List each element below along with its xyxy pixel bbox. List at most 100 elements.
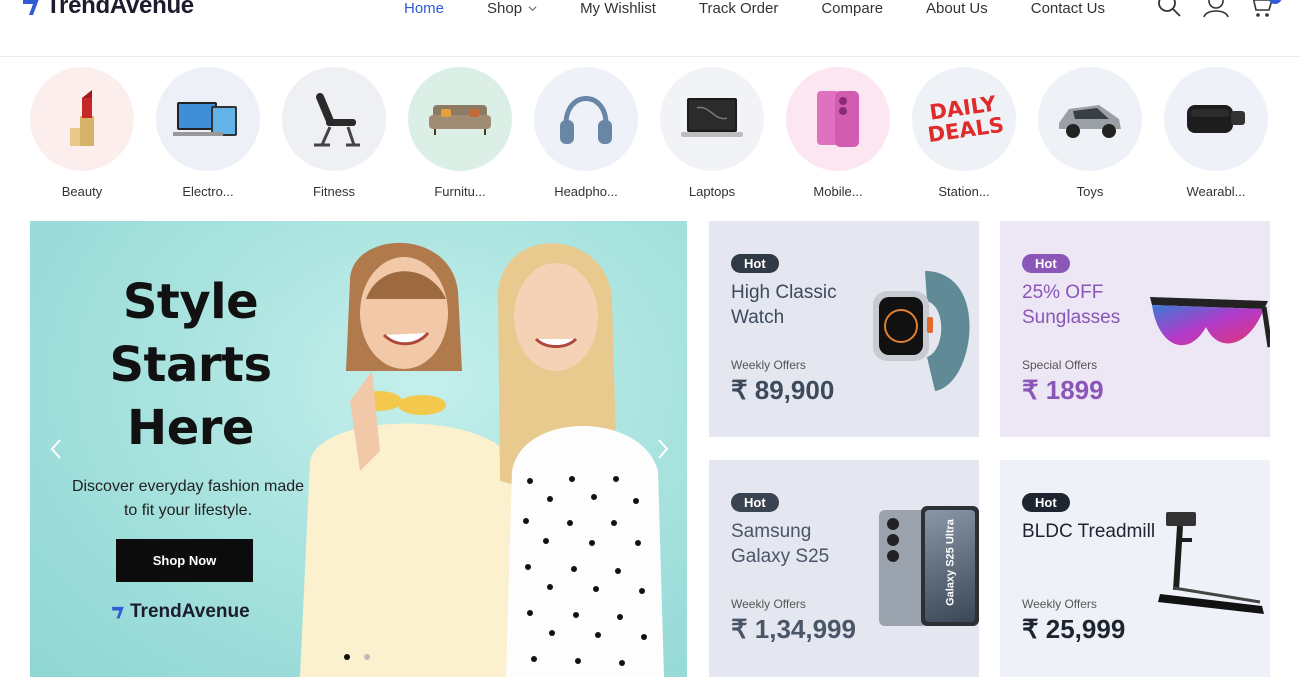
nav-home[interactable]: Home bbox=[404, 0, 444, 17]
promo-kicker: Weekly Offers bbox=[731, 597, 806, 611]
main-nav: Home Shop My Wishlist Track Order Compar… bbox=[404, 0, 1105, 18]
promo-title: 25% OFF Sunglasses bbox=[1022, 282, 1121, 328]
devices-icon bbox=[173, 102, 237, 136]
laptop-icon bbox=[681, 98, 743, 137]
smartphone-icon: Galaxy S25 Ultra bbox=[879, 506, 979, 630]
category-fitness[interactable]: Fitness bbox=[282, 67, 386, 199]
shop-now-button[interactable]: Shop Now bbox=[116, 539, 253, 582]
slider-dot[interactable] bbox=[364, 654, 370, 660]
promo-kicker: Weekly Offers bbox=[731, 358, 806, 372]
headphones-icon bbox=[560, 96, 612, 144]
category-stationery[interactable]: DAILY DEALS Station... bbox=[912, 67, 1016, 199]
slider-dots bbox=[344, 654, 370, 660]
cart-button[interactable] bbox=[1248, 0, 1282, 18]
category-label: Headpho... bbox=[554, 184, 618, 199]
phone-back bbox=[879, 510, 927, 626]
lipstick-icon bbox=[70, 90, 94, 146]
category-label: Wearabl... bbox=[1186, 184, 1246, 199]
hero-brand-name: TrendAvenue bbox=[130, 601, 250, 622]
sofa-icon bbox=[429, 105, 491, 135]
watch-icon bbox=[873, 271, 970, 391]
daily-deals-icon: DAILY DEALS bbox=[923, 92, 1005, 148]
phone-icon bbox=[817, 91, 859, 147]
category-wearables[interactable]: Wearabl... bbox=[1164, 67, 1268, 199]
logo-mark-icon bbox=[23, 0, 39, 15]
sunglasses-icon bbox=[1150, 297, 1270, 348]
toy-car-icon bbox=[1059, 105, 1121, 138]
promo-price: ₹ 1899 bbox=[1022, 375, 1104, 405]
treadmill-icon bbox=[1158, 512, 1264, 614]
hero-title-line: Here bbox=[127, 400, 254, 456]
category-circle bbox=[786, 67, 890, 171]
nav-about[interactable]: About Us bbox=[926, 0, 988, 17]
header-actions bbox=[1156, 0, 1282, 18]
promo-card-samsung[interactable]: Hot Samsung Galaxy S25 Weekly Offers ₹ 1… bbox=[709, 460, 979, 677]
nav-wishlist[interactable]: My Wishlist bbox=[580, 0, 656, 17]
site-header: TrendAvenue Home Shop My Wishlist Track … bbox=[0, 0, 1300, 57]
hero-title-line: Starts bbox=[109, 337, 272, 393]
brand-name: TrendAvenue bbox=[46, 0, 194, 19]
promo-kicker: Weekly Offers bbox=[1022, 597, 1097, 611]
promo-price: ₹ 25,999 bbox=[1022, 614, 1126, 644]
promo-title: Samsung Galaxy S25 bbox=[731, 521, 830, 567]
hero-models-image bbox=[300, 242, 664, 677]
chevron-right-icon[interactable] bbox=[655, 438, 671, 460]
nav-compare[interactable]: Compare bbox=[821, 0, 883, 17]
category-label: Beauty bbox=[61, 184, 103, 199]
logo-mark-icon bbox=[112, 606, 124, 619]
category-circle bbox=[156, 67, 260, 171]
category-headphones[interactable]: Headpho... bbox=[534, 67, 638, 199]
category-circle bbox=[30, 67, 134, 171]
nav-contact[interactable]: Contact Us bbox=[1031, 0, 1105, 17]
category-toys[interactable]: Toys bbox=[1038, 67, 1142, 199]
hot-badge: Hot bbox=[731, 254, 779, 273]
category-label: Laptops bbox=[688, 184, 736, 199]
hero-title-line: Style bbox=[122, 274, 259, 330]
hero-banner: Style Starts Here Discover everyday fash… bbox=[30, 221, 687, 677]
category-circle bbox=[660, 67, 764, 171]
promo-price: ₹ 1,34,999 bbox=[731, 614, 856, 644]
category-beauty[interactable]: Beauty bbox=[30, 67, 134, 199]
slider-dot-active[interactable] bbox=[344, 654, 350, 660]
hot-badge: Hot bbox=[1022, 254, 1070, 273]
hot-badge: Hot bbox=[731, 493, 779, 512]
phone-front: Galaxy S25 Ultra bbox=[921, 506, 979, 626]
category-label: Electro... bbox=[182, 184, 234, 199]
promo-card-watch[interactable]: Hot High Classic Watch Weekly Offers ₹ 8… bbox=[709, 221, 979, 437]
category-label: Mobile... bbox=[813, 184, 863, 199]
promo-title: BLDC Treadmill bbox=[1022, 521, 1156, 542]
promo-card-treadmill[interactable]: Hot BLDC Treadmill Weekly Offers ₹ 25,99… bbox=[1000, 460, 1270, 677]
brand-logo[interactable]: TrendAvenue bbox=[20, 0, 194, 22]
hot-badge: Hot bbox=[1022, 493, 1070, 512]
phone-screen-text: Galaxy S25 Ultra bbox=[944, 519, 957, 606]
search-icon[interactable] bbox=[1156, 0, 1184, 18]
category-circle bbox=[282, 67, 386, 171]
category-laptops[interactable]: Laptops bbox=[660, 67, 764, 199]
nav-shop[interactable]: Shop bbox=[487, 0, 537, 17]
promo-title: High Classic Watch bbox=[731, 282, 837, 328]
category-furniture[interactable]: Furnitu... bbox=[408, 67, 512, 199]
nav-track-order[interactable]: Track Order bbox=[699, 0, 778, 17]
vr-headset-icon bbox=[1187, 105, 1245, 133]
chevron-down-icon bbox=[528, 5, 537, 11]
promo-kicker: Special Offers bbox=[1022, 358, 1098, 372]
category-label: Furnitu... bbox=[434, 184, 486, 199]
nav-shop-label: Shop bbox=[487, 0, 523, 17]
bench-icon bbox=[314, 93, 360, 147]
promo-price: ₹ 89,900 bbox=[731, 375, 835, 405]
category-circle bbox=[534, 67, 638, 171]
category-circle bbox=[408, 67, 512, 171]
hero-title: Style Starts Here bbox=[98, 271, 283, 460]
hero-brand: TrendAvenue bbox=[110, 601, 250, 623]
category-circle: DAILY DEALS bbox=[912, 67, 1016, 171]
user-icon[interactable] bbox=[1202, 0, 1230, 18]
promo-card-sunglasses[interactable]: Hot 25% OFF Sunglasses Special Offers ₹ … bbox=[1000, 221, 1270, 437]
category-circle bbox=[1164, 67, 1268, 171]
category-label: Fitness bbox=[313, 184, 355, 199]
category-mobile[interactable]: Mobile... bbox=[786, 67, 890, 199]
category-circle bbox=[1038, 67, 1142, 171]
category-electronics[interactable]: Electro... bbox=[156, 67, 260, 199]
chevron-left-icon[interactable] bbox=[48, 438, 64, 460]
category-label: Station... bbox=[938, 184, 990, 199]
category-strip: Beauty Electro... Fitness Furnitu... Hea… bbox=[30, 67, 1270, 207]
